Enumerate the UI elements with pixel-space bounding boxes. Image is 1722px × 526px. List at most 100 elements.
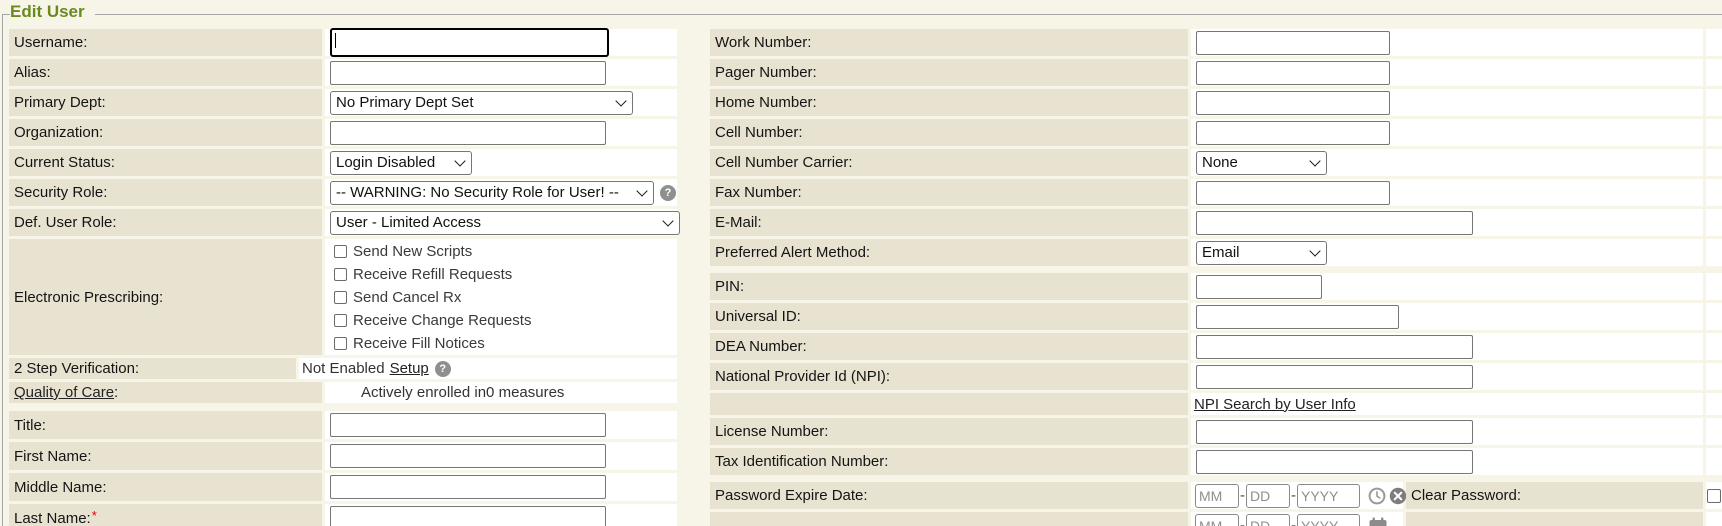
npi-input[interactable]: [1196, 365, 1473, 389]
fax-number-input[interactable]: [1196, 181, 1390, 205]
current-status-selected-value: Login Disabled: [336, 154, 435, 171]
chevron-down-icon: [636, 185, 647, 196]
first-name-label: First Name:: [9, 442, 322, 470]
chevron-down-icon: [1309, 155, 1320, 166]
checkbox-label: Send Cancel Rx: [353, 289, 461, 306]
calendar-icon[interactable]: [1368, 517, 1388, 526]
email-input[interactable]: [1196, 211, 1473, 235]
dea-number-input[interactable]: [1196, 335, 1473, 359]
row-password-set-date-partial: - -: [710, 512, 1722, 526]
checkbox-label: Send New Scripts: [353, 243, 472, 260]
security-role-select[interactable]: -- WARNING: No Security Role for User! -…: [330, 181, 654, 205]
npi-search-label-cell: [710, 393, 1188, 415]
tax-id-input[interactable]: [1196, 450, 1473, 474]
title-label: Title:: [9, 411, 322, 439]
row-username: Username:: [9, 29, 677, 56]
help-icon[interactable]: ?: [660, 185, 676, 201]
home-number-input[interactable]: [1196, 91, 1390, 115]
preferred-alert-selected-value: Email: [1202, 244, 1240, 261]
row-cell-carrier: Cell Number Carrier: None: [710, 149, 1722, 176]
universal-id-label: Universal ID:: [710, 303, 1188, 330]
ep-option-send-new-scripts: Send New Scripts: [333, 240, 472, 263]
row-pin: PIN:: [710, 273, 1722, 300]
license-number-input[interactable]: [1196, 420, 1473, 444]
last-name-input[interactable]: [330, 506, 606, 526]
organization-label: Organization:: [9, 119, 322, 146]
clear-password-label: Clear Password:: [1406, 482, 1703, 509]
pin-input[interactable]: [1196, 275, 1322, 299]
row-title: Title:: [9, 411, 677, 439]
current-status-select[interactable]: Login Disabled: [330, 151, 472, 175]
row-cell-number: Cell Number:: [710, 119, 1722, 146]
def-user-role-select[interactable]: User - Limited Access: [330, 211, 680, 235]
row-two-step-verification: 2 Step Verification: Not Enabled Setup ?: [9, 358, 677, 379]
first-name-input[interactable]: [330, 444, 606, 468]
electronic-prescribing-label: Electronic Prescribing:: [9, 239, 322, 355]
two-step-status: Not Enabled: [302, 360, 385, 377]
middle-name-input[interactable]: [330, 475, 606, 499]
chevron-down-icon: [615, 95, 626, 106]
user-account-section: Username: Alias: Primary Dept: No Primar…: [9, 29, 677, 526]
row-primary-dept: Primary Dept: No Primary Dept Set: [9, 89, 677, 116]
edit-user-page: Edit User Username: Alias: Primary Dept:: [0, 0, 1722, 526]
cell-number-input[interactable]: [1196, 121, 1390, 145]
npi-search-link[interactable]: NPI Search by User Info: [1194, 396, 1356, 413]
npi-label: National Provider Id (NPI):: [710, 363, 1188, 390]
row-first-name: First Name:: [9, 442, 677, 470]
clear-password-checkbox[interactable]: [1707, 489, 1721, 503]
tax-id-label: Tax Identification Number:: [710, 448, 1188, 475]
quality-of-care-link[interactable]: Quality of Care: [14, 384, 114, 401]
label-colon: :: [114, 384, 118, 401]
primary-dept-select[interactable]: No Primary Dept Set: [330, 91, 633, 115]
preferred-alert-select[interactable]: Email: [1196, 241, 1327, 265]
receive-change-requests-checkbox[interactable]: [334, 314, 347, 327]
universal-id-input[interactable]: [1196, 305, 1399, 329]
expire-month-input[interactable]: [1195, 484, 1239, 508]
expire-year-input[interactable]: [1297, 484, 1360, 508]
receive-refill-requests-checkbox[interactable]: [334, 268, 347, 281]
clock-icon[interactable]: [1368, 487, 1386, 505]
organization-input[interactable]: [330, 121, 606, 145]
help-icon[interactable]: ?: [435, 361, 451, 377]
set-day-input[interactable]: [1246, 514, 1290, 526]
quality-of-care-status: Actively enrolled in0 measures: [361, 384, 564, 401]
set-year-input[interactable]: [1297, 514, 1360, 526]
license-number-label: License Number:: [710, 418, 1188, 445]
dea-number-label: DEA Number:: [710, 333, 1188, 360]
row-pager-number: Pager Number:: [710, 59, 1722, 86]
ep-option-receive-fill-notices: Receive Fill Notices: [333, 332, 485, 355]
password-expire-label: Password Expire Date:: [710, 482, 1188, 509]
receive-fill-notices-checkbox[interactable]: [334, 337, 347, 350]
checkbox-label: Receive Fill Notices: [353, 335, 485, 352]
email-label: E-Mail:: [710, 209, 1188, 236]
row-organization: Organization:: [9, 119, 677, 146]
work-number-input[interactable]: [1196, 31, 1390, 55]
row-current-status: Current Status: Login Disabled: [9, 149, 677, 176]
send-cancel-rx-checkbox[interactable]: [334, 291, 347, 304]
set-month-input[interactable]: [1195, 514, 1239, 526]
pin-label: PIN:: [710, 273, 1188, 300]
pager-number-input[interactable]: [1196, 61, 1390, 85]
contact-credentials-section: Work Number: Pager Number: Home Number:: [710, 29, 1722, 526]
alias-input[interactable]: [330, 61, 606, 85]
chevron-down-icon: [1309, 245, 1320, 256]
last-name-label: Last Name:: [14, 510, 91, 526]
date-separator: -: [1291, 517, 1296, 526]
quality-of-care-label-cell: Quality of Care:: [9, 382, 322, 403]
home-number-label: Home Number:: [710, 89, 1188, 116]
required-marker: *: [92, 508, 97, 523]
send-new-scripts-checkbox[interactable]: [334, 245, 347, 258]
two-step-setup-link[interactable]: Setup: [390, 360, 429, 377]
text-caret: [335, 33, 336, 48]
cell-carrier-select[interactable]: None: [1196, 151, 1327, 175]
row-last-name: Last Name:*: [9, 504, 677, 526]
row-dea-number: DEA Number:: [710, 333, 1722, 360]
title-input[interactable]: [330, 413, 606, 437]
fax-number-label: Fax Number:: [710, 179, 1188, 206]
username-label: Username:: [9, 29, 322, 56]
username-input[interactable]: [330, 28, 609, 57]
expire-day-input[interactable]: [1246, 484, 1290, 508]
date-separator: -: [1240, 517, 1245, 526]
ep-option-receive-refill-requests: Receive Refill Requests: [333, 263, 512, 286]
row-npi-search: NPI Search by User Info: [710, 393, 1722, 415]
